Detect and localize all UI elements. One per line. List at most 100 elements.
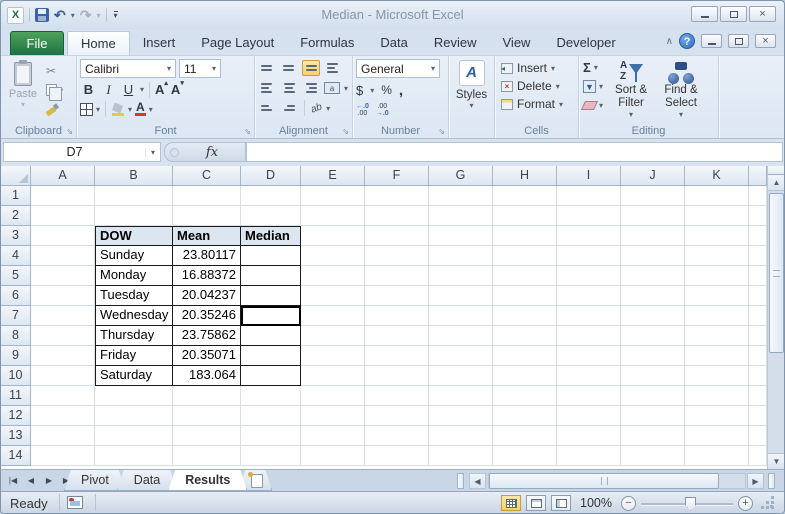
macro-record-icon[interactable] xyxy=(67,496,83,509)
cell-D11[interactable] xyxy=(241,386,301,406)
cell-J9[interactable] xyxy=(621,346,685,366)
cell-A7[interactable] xyxy=(31,306,95,326)
alignment-dialog-launcher[interactable]: ⇘ xyxy=(342,127,349,136)
cell-J8[interactable] xyxy=(621,326,685,346)
restore-button[interactable] xyxy=(720,6,747,22)
format-cells-button[interactable]: Format ▾ xyxy=(501,97,575,111)
cell-E10[interactable] xyxy=(301,366,365,386)
accounting-dropdown-icon[interactable]: ▾ xyxy=(370,86,374,95)
cell-B9[interactable]: Friday xyxy=(95,346,173,366)
cell-A11[interactable] xyxy=(31,386,95,406)
cell-E9[interactable] xyxy=(301,346,365,366)
underline-dropdown-icon[interactable]: ▾ xyxy=(140,85,144,94)
cell-A14[interactable] xyxy=(31,446,95,466)
font-color-icon[interactable]: A xyxy=(135,101,146,116)
cell-C11[interactable] xyxy=(173,386,241,406)
underline-button[interactable]: U xyxy=(120,81,137,98)
italic-button[interactable]: I xyxy=(100,81,117,98)
cell-F12[interactable] xyxy=(365,406,429,426)
cell-D5[interactable] xyxy=(241,266,301,286)
cell-J12[interactable] xyxy=(621,406,685,426)
align-right-button[interactable] xyxy=(302,80,320,96)
row-header-9[interactable]: 9 xyxy=(1,346,31,366)
row-header-3[interactable]: 3 xyxy=(1,226,31,246)
accounting-format-button[interactable]: $ xyxy=(356,83,363,98)
column-header-K[interactable]: K xyxy=(685,166,749,186)
page-layout-view-button[interactable] xyxy=(526,495,547,511)
row-header-7[interactable]: 7 xyxy=(1,306,31,326)
horizontal-split-handle[interactable] xyxy=(768,473,775,489)
help-icon[interactable]: ? xyxy=(679,33,695,49)
cell-H12[interactable] xyxy=(493,406,557,426)
font-name-combo[interactable]: Calibri ▾ xyxy=(80,59,176,78)
file-tab[interactable]: File xyxy=(10,31,64,55)
cell-I6[interactable] xyxy=(557,286,621,306)
cell-E5[interactable] xyxy=(301,266,365,286)
cell-A1[interactable] xyxy=(31,186,95,206)
first-sheet-button[interactable]: |◀ xyxy=(5,472,21,489)
cell-C8[interactable]: 23.75862 xyxy=(173,326,241,346)
middle-align-button[interactable] xyxy=(280,60,298,76)
number-format-combo[interactable]: General ▾ xyxy=(356,59,440,78)
cell-I11[interactable] xyxy=(557,386,621,406)
sort-filter-button[interactable]: AZ Sort & Filter ▾ xyxy=(609,60,653,123)
cell-A6[interactable] xyxy=(31,286,95,306)
font-size-combo[interactable]: 11 ▾ xyxy=(179,59,221,78)
cell-C9[interactable]: 20.35071 xyxy=(173,346,241,366)
cell-F9[interactable] xyxy=(365,346,429,366)
cell-E14[interactable] xyxy=(301,446,365,466)
clipboard-dialog-launcher[interactable]: ⇘ xyxy=(66,127,73,136)
cell-G5[interactable] xyxy=(429,266,493,286)
workbook-minimize-button[interactable] xyxy=(701,34,722,48)
tab-formulas[interactable]: Formulas xyxy=(287,31,367,55)
cell-C13[interactable] xyxy=(173,426,241,446)
cell-B2[interactable] xyxy=(95,206,173,226)
column-header-I[interactable]: I xyxy=(557,166,621,186)
cell-D13[interactable] xyxy=(241,426,301,446)
cell-K1[interactable] xyxy=(685,186,749,206)
cell-K14[interactable] xyxy=(685,446,749,466)
close-button[interactable]: × xyxy=(749,6,776,22)
cell-F1[interactable] xyxy=(365,186,429,206)
sheet-tab-results[interactable]: Results xyxy=(168,470,247,491)
font-dialog-launcher[interactable]: ⇘ xyxy=(244,127,251,136)
vertical-split-handle[interactable] xyxy=(768,166,784,175)
row-header-11[interactable]: 11 xyxy=(1,386,31,406)
cell-I4[interactable] xyxy=(557,246,621,266)
paste-button[interactable]: Paste ▾ xyxy=(4,59,42,123)
cell-G11[interactable] xyxy=(429,386,493,406)
cell-B3[interactable]: DOW xyxy=(95,226,173,246)
cell-G7[interactable] xyxy=(429,306,493,326)
column-header-A[interactable]: A xyxy=(31,166,95,186)
row-header-14[interactable]: 14 xyxy=(1,446,31,466)
cell-I5[interactable] xyxy=(557,266,621,286)
cell-I1[interactable] xyxy=(557,186,621,206)
column-header-J[interactable]: J xyxy=(621,166,685,186)
orientation-button[interactable]: ab xyxy=(309,101,323,115)
cell-B12[interactable] xyxy=(95,406,173,426)
cell-I2[interactable] xyxy=(557,206,621,226)
cell-H6[interactable] xyxy=(493,286,557,306)
cell-E11[interactable] xyxy=(301,386,365,406)
cell-K8[interactable] xyxy=(685,326,749,346)
tab-split-handle[interactable] xyxy=(457,473,464,489)
cell-C7[interactable]: 20.35246 xyxy=(173,306,241,326)
resize-grip[interactable] xyxy=(761,496,774,509)
row-header-12[interactable]: 12 xyxy=(1,406,31,426)
cell-D6[interactable] xyxy=(241,286,301,306)
cell-C14[interactable] xyxy=(173,446,241,466)
cell-I9[interactable] xyxy=(557,346,621,366)
cell-C10[interactable]: 183.064 xyxy=(173,366,241,386)
row-header-1[interactable]: 1 xyxy=(1,186,31,206)
cell-G6[interactable] xyxy=(429,286,493,306)
cell-G13[interactable] xyxy=(429,426,493,446)
cell-D3[interactable]: Median xyxy=(241,226,301,246)
comma-style-button[interactable]: , xyxy=(399,82,403,99)
increase-indent-button[interactable] xyxy=(280,100,298,116)
cell-F3[interactable] xyxy=(365,226,429,246)
minimize-ribbon-icon[interactable]: ∧ xyxy=(666,36,673,47)
cell-E13[interactable] xyxy=(301,426,365,446)
cell-K12[interactable] xyxy=(685,406,749,426)
format-painter-button[interactable] xyxy=(46,101,63,117)
column-header-E[interactable]: E xyxy=(301,166,365,186)
